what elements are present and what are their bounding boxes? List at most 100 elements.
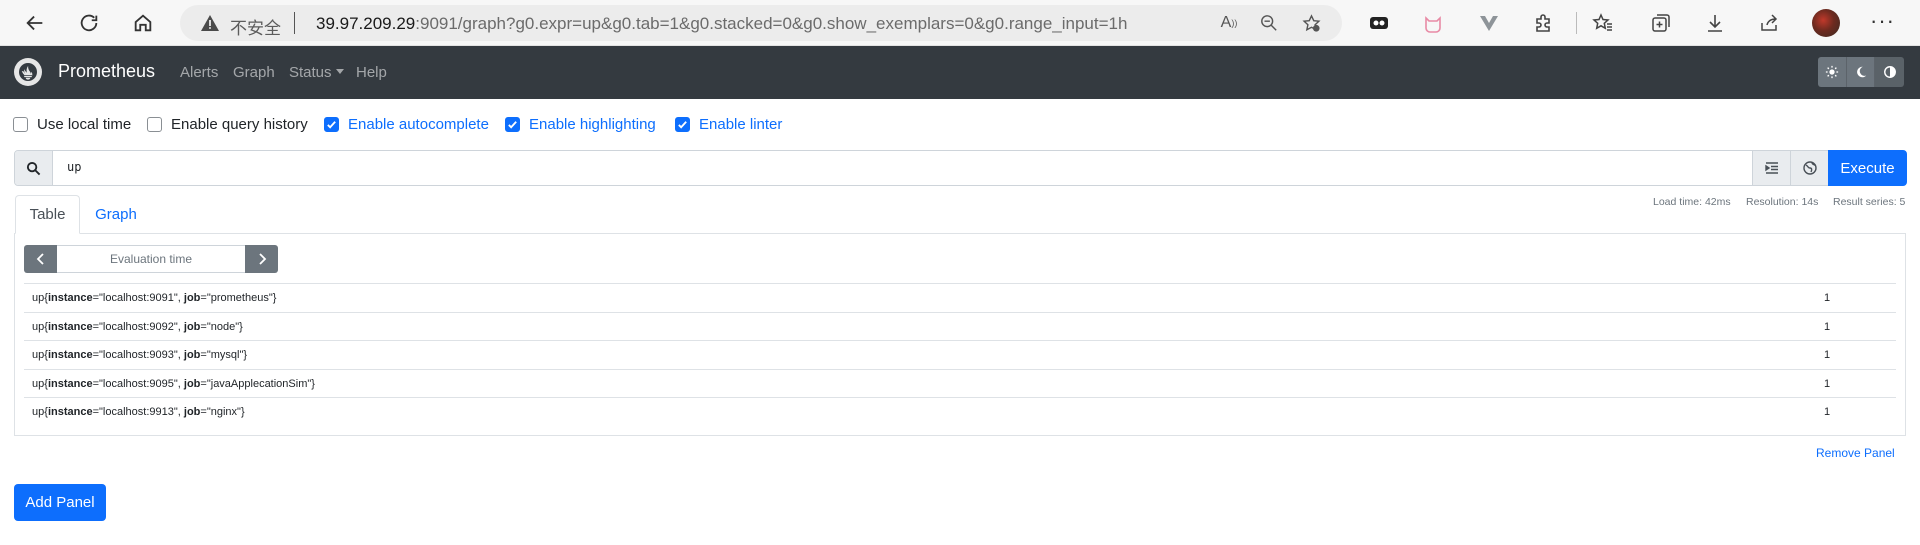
series-value: 1 [1824, 320, 1831, 333]
evaluation-time-input[interactable]: Evaluation time [57, 245, 245, 273]
label-key-job: job [183, 320, 201, 333]
brand-title[interactable]: Prometheus [58, 61, 155, 82]
downloads-icon[interactable] [1702, 10, 1728, 36]
prometheus-navbar: Prometheus Alerts Graph Status Help [0, 46, 1920, 99]
extensions-puzzle-icon[interactable] [1530, 10, 1556, 36]
checkmark-icon [508, 121, 517, 129]
label-key-instance: instance [47, 349, 93, 361]
address-separator [294, 12, 295, 34]
back-icon[interactable] [19, 7, 51, 39]
nav-alerts[interactable]: Alerts [180, 64, 218, 81]
address-bar[interactable]: 不安全 39.97.209.29:9091/graph?g0.expr=up&g… [180, 5, 1342, 41]
series-label: up{instance="localhost:9095", job="javaA… [32, 377, 315, 390]
table-row: up{instance="localhost:9092", job="node"… [24, 311, 1896, 340]
browser-toolbar: 不安全 39.97.209.29:9091/graph?g0.expr=up&g… [0, 0, 1920, 46]
warning-icon[interactable] [200, 13, 220, 33]
url-text[interactable]: 39.97.209.29:9091/graph?g0.expr=up&g0.ta… [316, 14, 1127, 34]
label-value-instance: localhost:9091 [102, 292, 174, 304]
globe-explorer-icon[interactable] [1790, 151, 1828, 185]
series-label: up{instance="localhost:9913", job="nginx… [32, 406, 245, 418]
tab-graph[interactable]: Graph [86, 195, 146, 234]
collections-icon[interactable] [1648, 10, 1674, 36]
option-label: Enable linter [699, 116, 783, 133]
series-label: up{instance="localhost:9093", job="mysql… [32, 349, 248, 361]
metric-name: up [32, 320, 45, 333]
theme-toggle-group [1818, 57, 1904, 87]
label-value-job: mysql [210, 349, 240, 361]
tab-table[interactable]: Table [15, 195, 80, 234]
favorite-add-icon[interactable] [1300, 12, 1322, 34]
dark-theme-icon[interactable] [1846, 57, 1876, 87]
checkbox-checked[interactable] [324, 117, 339, 132]
option-enable-highlighting[interactable]: Enable highlighting [505, 116, 656, 133]
series-value: 1 [1824, 292, 1831, 304]
label-key-instance: instance [47, 377, 93, 390]
option-label: Enable autocomplete [348, 116, 489, 133]
share-icon[interactable] [1756, 10, 1782, 36]
zoom-out-icon[interactable] [1258, 12, 1280, 34]
nav-status[interactable]: Status [289, 64, 344, 81]
label-value-job: prometheus [210, 292, 269, 304]
checkbox-checked[interactable] [505, 117, 520, 132]
series-value: 1 [1824, 349, 1831, 361]
label-key-instance: instance [47, 320, 93, 333]
nav-graph[interactable]: Graph [233, 64, 275, 81]
label-value-instance: localhost:9093 [102, 349, 174, 361]
checkbox-checked[interactable] [675, 117, 690, 132]
evaluation-time-picker: Evaluation time [24, 245, 278, 273]
add-panel-button[interactable]: Add Panel [14, 484, 106, 521]
home-icon[interactable] [127, 7, 159, 39]
option-use-local-time[interactable]: Use local time [13, 116, 131, 133]
checkbox[interactable] [147, 117, 162, 132]
favorites-icon[interactable] [1590, 10, 1616, 36]
table-row: up{instance="localhost:9095", job="javaA… [24, 368, 1896, 397]
metrics-explorer-icon[interactable] [1752, 151, 1790, 185]
nav-help[interactable]: Help [356, 64, 387, 81]
execute-button[interactable]: Execute [1828, 150, 1907, 186]
chevron-right-icon[interactable] [245, 245, 278, 273]
option-label: Use local time [37, 116, 132, 133]
url-host: 39.97.209.29 [316, 14, 416, 33]
label-key-job: job [183, 406, 201, 418]
refresh-icon[interactable] [73, 7, 105, 39]
url-path: :9091/graph?g0.expr=up&g0.tab=1&g0.stack… [415, 14, 1128, 33]
metric-name: up [32, 292, 45, 304]
extension-vue-icon[interactable] [1476, 10, 1502, 36]
chevron-down-icon [335, 69, 344, 74]
metric-name: up [32, 406, 45, 418]
label-value-job: javaApplecationSim [210, 377, 308, 390]
chevron-left-icon[interactable] [24, 245, 57, 273]
remove-panel-link[interactable]: Remove Panel [1816, 446, 1895, 460]
toolbar-divider [1576, 12, 1577, 34]
expression-input[interactable]: up [67, 160, 81, 174]
option-enable-linter[interactable]: Enable linter [675, 116, 782, 133]
option-label: Enable highlighting [529, 116, 656, 133]
more-menu-icon[interactable]: ··· [1870, 8, 1895, 34]
series-value: 1 [1824, 406, 1831, 418]
checkbox[interactable] [13, 117, 28, 132]
metric-name: up [32, 377, 45, 390]
table-row: up{instance="localhost:9091", job="prome… [24, 283, 1896, 311]
extension-mask-icon[interactable] [1366, 10, 1392, 36]
profile-avatar[interactable] [1812, 9, 1840, 37]
read-aloud-icon[interactable]: A)) [1218, 12, 1240, 34]
insecure-label: 不安全 [230, 19, 281, 38]
resolution-stat: Resolution: 14s [1746, 196, 1819, 208]
auto-theme-icon[interactable] [1875, 57, 1904, 87]
checkmark-icon [678, 121, 687, 129]
label-value-instance: localhost:9092 [102, 320, 174, 333]
option-enable-query-history[interactable]: Enable query history [147, 116, 308, 133]
series-label: up{instance="localhost:9091", job="prome… [32, 292, 277, 304]
label-value-instance: localhost:9913 [102, 406, 174, 418]
nav-status-label: Status [289, 64, 332, 81]
prometheus-logo-icon[interactable] [14, 58, 42, 86]
series-value: 1 [1824, 377, 1831, 390]
checkmark-icon [327, 121, 336, 129]
table-row: up{instance="localhost:9913", job="nginx… [24, 397, 1896, 425]
light-theme-icon[interactable] [1818, 57, 1847, 87]
label-key-instance: instance [47, 292, 93, 304]
table-row: up{instance="localhost:9093", job="mysql… [24, 340, 1896, 368]
extension-cat-icon[interactable] [1420, 10, 1446, 36]
result-series-stat: Result series: 5 [1833, 196, 1906, 208]
option-enable-autocomplete[interactable]: Enable autocomplete [324, 116, 489, 133]
